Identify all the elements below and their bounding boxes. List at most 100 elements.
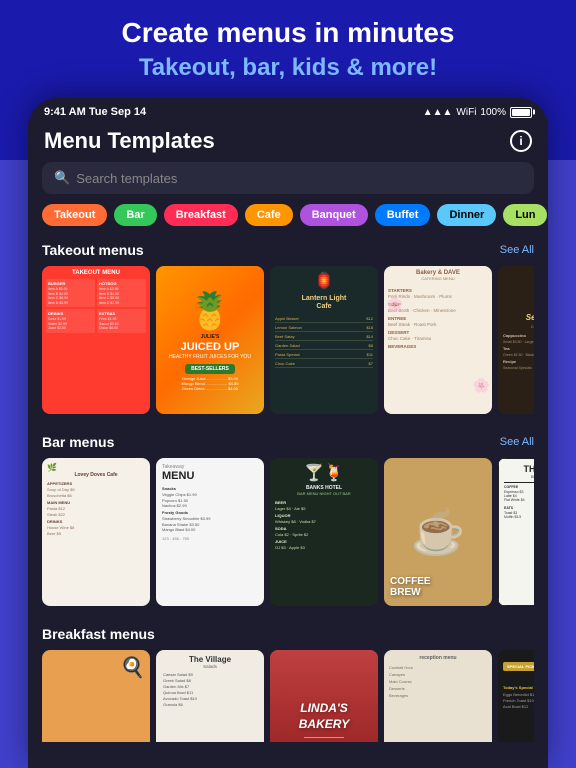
wifi-icon: WiFi [456, 107, 476, 118]
card-lantern[interactable]: 🏮 Lantern LightCafe Apple Brisket$12 Lem… [270, 266, 378, 414]
pill-breakfast[interactable]: Breakfast [164, 204, 238, 226]
village-subtitle: Salads [161, 664, 259, 669]
bar-section-title: Bar menus [42, 434, 114, 450]
status-time: 9:41 AM Tue Sep 14 [44, 106, 146, 118]
card-juiced-up[interactable]: 🍍 JULIE'S JUICED UP HEALTHY FRUIT JUICES… [156, 266, 264, 414]
juiced-inner: 🍍 JULIE'S JUICED UP HEALTHY FRUIT JUICES… [156, 266, 264, 414]
fruit-emoji: 🍍 [188, 290, 233, 332]
bakery-dave-title: Bakery & DAVECATERING MENU [388, 270, 488, 282]
category-pills: Takeout Bar Breakfast Cafe Banquet Buffe… [28, 204, 548, 236]
julies-label: JULIE'S [201, 334, 220, 340]
pill-bar[interactable]: Bar [114, 204, 156, 226]
bar-section-header: Bar menus See All [42, 434, 534, 450]
bar-cards-row: 🌿 Lovey Doves Cafe APPETIZERS Soup of Da… [42, 458, 534, 606]
takeout-see-all[interactable]: See All [500, 244, 534, 256]
cocktail-emoji: 🍸🍹 [275, 463, 373, 483]
app-header: Menu Templates i [28, 122, 548, 162]
reception-items: Cocktail Hour Canapes Main Course Desser… [389, 665, 487, 698]
card-bakery-dave[interactable]: 🌸 🌸 Bakery & DAVECATERING MENU STARTERS … [384, 266, 492, 414]
info-icon[interactable]: i [510, 130, 532, 152]
card-the-coffee[interactable]: THE COFFEE BREWING SINCE 1931 COFFEEEspr… [498, 458, 534, 606]
coffee-menu-grid: COFFEEEspresso $3Latte $4Flat White $4 T… [504, 485, 534, 519]
takeout-col-hotdog: HOTDOG Item A $3.99 Item B $4.50 Item C … [97, 279, 146, 307]
card-reception[interactable]: reception menu Cocktail Hour Canapes Mai… [384, 650, 492, 742]
status-icons: ▲▲▲ WiFi 100% [423, 107, 532, 118]
village-title: The Village [161, 655, 259, 664]
phone-content[interactable]: 🔍 Search templates Takeout Bar Breakfast… [28, 162, 548, 742]
takeout-section-header: Takeout menus See All [42, 242, 534, 258]
lovey-sections: APPETIZERS Soup of Day $5 Bruschetta $6 … [47, 481, 145, 536]
battery-pct: 100% [480, 107, 506, 118]
pill-lunch[interactable]: Lun [503, 204, 547, 226]
juiced-up-label: JUICED UP [181, 342, 240, 353]
juiced-tagline: HEALTHY FRUIT JUICES FOR YOU [169, 354, 251, 360]
pill-takeout[interactable]: Takeout [42, 204, 107, 226]
breakfast-section: Breakfast menus 🍳 Dinner BreakfastMenu [28, 620, 548, 742]
pill-banquet[interactable]: Banquet [300, 204, 368, 226]
search-bar[interactable]: 🔍 Search templates [42, 162, 534, 194]
takeout-col-extras: EXTRAS Fries $1.99 Sauce $0.50 Onion $0.… [97, 309, 146, 333]
search-placeholder: Search templates [76, 171, 177, 186]
reception-title: reception menu [389, 655, 487, 661]
takeaway-phone: 123 - 456 - 789 [162, 536, 258, 541]
floral-left: 🌸 [386, 296, 403, 313]
breakfast-section-title: Breakfast menus [42, 626, 155, 642]
floral-right: 🌸 [473, 377, 490, 394]
special-badge: SPECIAL PICK [503, 662, 534, 671]
seasons-coffee-img: ☕ [503, 271, 534, 311]
lantern-items: Apple Brisket$12 Lemon Salmon$18 Beef Sa… [275, 316, 373, 368]
search-icon: 🔍 [54, 170, 70, 186]
bar-see-all[interactable]: See All [500, 436, 534, 448]
plant-emoji: 🌿 [47, 463, 145, 472]
card-lindas-bakery[interactable]: LINDA'SBAKERY Est. 1985 [270, 650, 378, 742]
pill-dinner[interactable]: Dinner [437, 204, 496, 226]
card-breakfast-warm[interactable]: 🍳 Dinner BreakfastMenu [42, 650, 150, 742]
takeout-cards-row: TAKEOUT MENU BURGER Item A $5.99 Item B … [42, 266, 534, 414]
card-lovey-doves[interactable]: 🌿 Lovey Doves Cafe APPETIZERS Soup of Da… [42, 458, 150, 606]
takeout-red-label: TAKEOUT MENU [46, 270, 146, 276]
status-bar: 9:41 AM Tue Sep 14 ▲▲▲ WiFi 100% [28, 98, 548, 122]
takeout-section-title: Takeout menus [42, 242, 144, 258]
takeout-section: Takeout menus See All TAKEOUT MENU BURGE… [28, 236, 548, 428]
card-banks-hotel[interactable]: 🍸🍹 BANKS HOTEL BAR MENU NIGHT OUT BAR BE… [270, 458, 378, 606]
card-takeout-red[interactable]: TAKEOUT MENU BURGER Item A $5.99 Item B … [42, 266, 150, 414]
lovey-title: Lovey Doves Cafe [47, 472, 145, 478]
pill-cafe[interactable]: Cafe [245, 204, 293, 226]
card-delights[interactable]: SPECIAL PICK DELIGHTS Today's Special Eg… [498, 650, 534, 742]
banks-sections: BEER Lager $4 · Ale $5 LIQUOR Whiskey $8… [275, 500, 373, 550]
coffee-brew-overlay: COFFEEBREW [390, 576, 486, 598]
pill-buffet[interactable]: Buffet [375, 204, 431, 226]
battery-icon [510, 107, 532, 118]
takeout-col-burger: BURGER Item A $5.99 Item B $4.99 Item C … [46, 279, 95, 307]
seasons-title: Seasons Cafe [503, 313, 534, 322]
lindas-inner: LINDA'SBAKERY Est. 1985 [299, 650, 349, 742]
takeout-col-drinks: DRINKS Soda $1.99 Water $0.99 Juice $2.5… [46, 309, 95, 333]
signal-icon: ▲▲▲ [423, 107, 453, 118]
seasons-items: Cappuccino Small $3.50 · Large $4.50 Tea… [503, 333, 534, 370]
phone-mockup: 9:41 AM Tue Sep 14 ▲▲▲ WiFi 100% Menu Te… [28, 98, 548, 768]
banks-subtitle: BAR MENU NIGHT OUT BAR [275, 491, 373, 496]
delights-items: Today's Special Eggs Benedict $14 French… [503, 685, 534, 709]
card-takeaway-menu[interactable]: Takeaway MENU Snacks Veggie Chips $1.99 … [156, 458, 264, 606]
seasons-tagline: Coffee House Est. 2010 [503, 324, 534, 329]
breakfast-cards-row: 🍳 Dinner BreakfastMenu The Village Salad… [42, 650, 534, 742]
hero-subtitle: Takeout, bar, kids & more! [20, 54, 556, 82]
takeaway-menu-title: MENU [162, 470, 258, 482]
lantern-title: Lantern LightCafe [275, 295, 373, 312]
delights-title: DELIGHTS [503, 674, 534, 681]
brewing-since: BREWING SINCE 1931 [504, 474, 534, 479]
app-title: Menu Templates [44, 128, 215, 154]
hero-title: Create menus in minutes [20, 16, 556, 50]
lantern-logo: 🏮 [275, 271, 373, 291]
breakfast-emoji: 🍳 [120, 655, 145, 680]
price-lines: Orange Juice .................. $3.99 Ma… [182, 376, 239, 391]
hero-section: Create menus in minutes Takeout, bar, ki… [0, 16, 576, 82]
card-seasons-cafe[interactable]: ☕ Seasons Cafe Coffee House Est. 2010 Ca… [498, 266, 534, 414]
bar-section: Bar menus See All 🌿 Lovey Doves Cafe APP… [28, 428, 548, 620]
village-items: Caesar Salad $9 Greek Salad $8 Garden Mi… [161, 672, 259, 707]
best-sellers-badge: BEST-SELLERS [185, 364, 235, 374]
takeaway-items: Snacks Veggie Chips $1.99 Popcorn $1.50 … [162, 486, 258, 532]
battery-fill [512, 109, 530, 116]
card-coffee-brew[interactable]: ☕ COFFEEBREW [384, 458, 492, 606]
card-the-village[interactable]: The Village Salads Caesar Salad $9 Greek… [156, 650, 264, 742]
